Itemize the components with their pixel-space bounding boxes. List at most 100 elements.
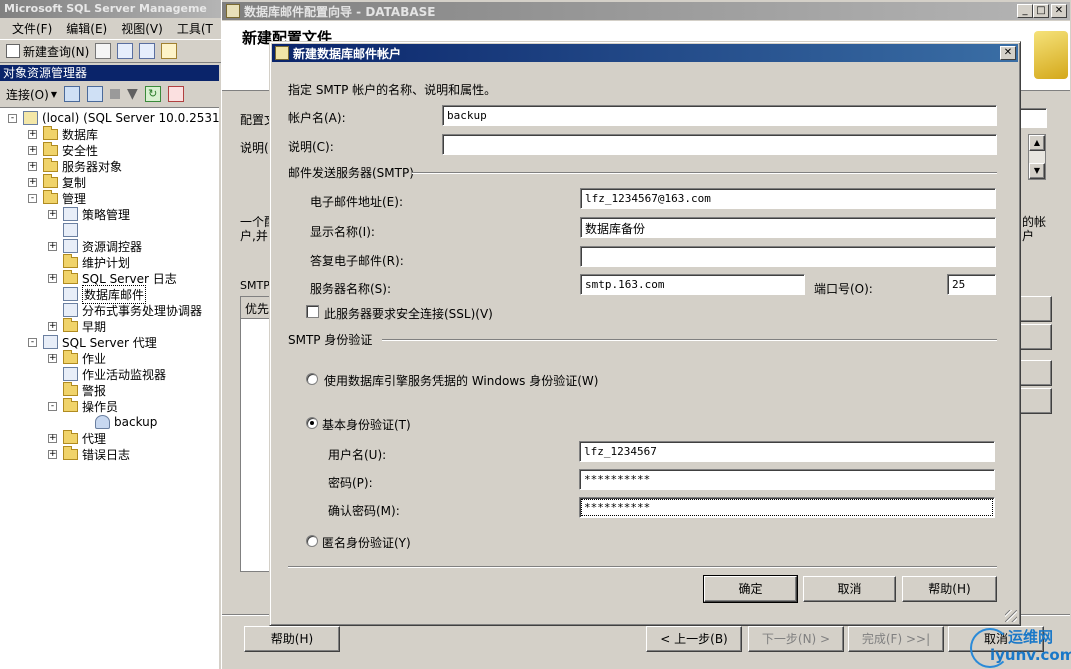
side-button-3[interactable] <box>1017 360 1052 386</box>
tree-item-label: 早期 <box>82 319 107 334</box>
tree-item[interactable]: + 复制 <box>28 173 86 190</box>
wizard-finish-button[interactable]: 完成(F) >>| <box>848 626 944 652</box>
auth-basic-radio[interactable] <box>306 417 318 429</box>
scroll-up-button[interactable]: ▲ <box>1029 135 1045 151</box>
side-button-1[interactable] <box>1017 296 1052 322</box>
description-field[interactable] <box>442 134 997 155</box>
expand-icon[interactable]: + <box>28 145 37 155</box>
description-scrollbar[interactable]: ▲ ▼ <box>1028 134 1046 180</box>
tree-item[interactable]: + 数据库 <box>28 125 98 142</box>
tree-item[interactable] <box>48 222 82 238</box>
expand-icon[interactable]: + <box>48 209 57 219</box>
ssl-label[interactable]: 此服务器要求安全连接(SSL)(V) <box>324 305 493 322</box>
tree-item[interactable]: 警报 <box>48 381 106 398</box>
disconnect-icon[interactable] <box>86 86 103 102</box>
auth-anonymous-radio[interactable] <box>306 535 318 547</box>
menu-tools[interactable]: 工具(T <box>177 20 213 37</box>
tree-item[interactable]: + 作业 <box>48 349 106 366</box>
close-button[interactable]: ✕ <box>1051 4 1067 18</box>
folder-icon <box>63 269 78 284</box>
tree-item[interactable]: + 代理 <box>48 429 106 446</box>
connect-icon[interactable] <box>63 86 80 102</box>
activity-icon[interactable] <box>167 86 184 102</box>
expand-icon[interactable]: + <box>28 161 37 171</box>
tree-item[interactable]: - 操作员 <box>48 397 118 414</box>
server-name-field[interactable]: smtp.163.com <box>580 274 805 295</box>
collapse-icon[interactable]: - <box>48 401 57 411</box>
toolbar-icon-2[interactable] <box>117 43 134 59</box>
ssl-checkbox[interactable] <box>306 305 319 318</box>
expand-icon[interactable]: + <box>48 321 57 331</box>
toolbar-icon-4[interactable] <box>161 43 178 59</box>
minimize-button[interactable]: _ <box>1017 4 1033 18</box>
auth-windows-radio[interactable] <box>306 373 318 385</box>
expand-icon[interactable]: + <box>48 353 57 363</box>
node-icon <box>63 367 78 381</box>
maximize-button[interactable]: □ <box>1033 4 1049 18</box>
dialog-intro: 指定 SMTP 帐户的名称、说明和属性。 <box>288 83 497 97</box>
tree-item[interactable]: - SQL Server 代理 <box>28 334 157 350</box>
dialog-close-button[interactable]: ✕ <box>1000 46 1016 60</box>
password-field[interactable]: ********** <box>579 469 995 490</box>
side-button-4[interactable] <box>1017 388 1052 414</box>
object-explorer-titlebar: 对象资源管理器 <box>0 65 219 81</box>
expand-icon[interactable]: + <box>48 433 57 443</box>
new-query-icon <box>6 44 20 58</box>
tree-item[interactable]: + 早期 <box>48 317 107 334</box>
tree-item[interactable]: 作业活动监视器 <box>48 366 166 382</box>
account-name-field[interactable]: backup <box>442 105 997 126</box>
profile-name-field[interactable] <box>1017 108 1047 128</box>
dialog-cancel-button[interactable]: 取消 <box>803 576 896 602</box>
scroll-down-button[interactable]: ▼ <box>1029 163 1045 179</box>
display-name-field[interactable]: 数据库备份 <box>580 217 996 238</box>
ok-button[interactable]: 确定 <box>703 575 798 603</box>
resize-grip-icon[interactable] <box>1005 610 1017 622</box>
tree-item[interactable]: + 资源调控器 <box>48 238 142 254</box>
tree-item[interactable]: - (local) (SQL Server 10.0.2531 <box>8 110 219 126</box>
toolbar-icon-3[interactable] <box>139 43 156 59</box>
expand-icon[interactable]: + <box>48 273 57 283</box>
expand-icon[interactable]: + <box>28 177 37 187</box>
connect-dropdown[interactable]: 连接(O) ▼ <box>6 86 57 103</box>
tree-item[interactable]: 分布式事务处理协调器 <box>48 302 202 318</box>
wizard-next-button[interactable]: 下一步(N) > <box>748 626 844 652</box>
menu-view[interactable]: 视图(V) <box>121 20 163 37</box>
toolbar-icon-1[interactable] <box>95 43 112 59</box>
node-icon <box>63 207 78 221</box>
tree-item[interactable]: backup <box>80 414 157 430</box>
expand-icon[interactable]: + <box>48 241 57 251</box>
username-field[interactable]: lfz_1234567 <box>579 441 995 462</box>
auth-anonymous-label[interactable]: 匿名身份验证(Y) <box>322 534 411 551</box>
new-query-button[interactable]: 新建查询(N) <box>6 43 89 60</box>
email-field[interactable]: lfz_1234567@163.com <box>580 188 996 209</box>
tree-item[interactable]: + 策略管理 <box>48 206 130 222</box>
refresh-icon[interactable]: ↻ <box>144 86 161 102</box>
tree-item[interactable]: + 服务器对象 <box>28 157 122 174</box>
dialog-help-button[interactable]: 帮助(H) <box>902 576 997 602</box>
tree-item[interactable]: + 错误日志 <box>48 445 130 462</box>
auth-windows-label[interactable]: 使用数据库引擎服务凭据的 Windows 身份验证(W) <box>324 372 598 389</box>
collapse-icon[interactable]: - <box>8 113 17 123</box>
filter-icon[interactable]: ▼ <box>127 86 138 102</box>
confirm-password-field[interactable]: ********** <box>579 497 995 518</box>
side-button-2[interactable] <box>1017 324 1052 350</box>
tree-item[interactable]: + 安全性 <box>28 141 98 158</box>
wizard-header-logo <box>1034 31 1068 79</box>
tree-item[interactable]: 维护计划 <box>48 253 130 270</box>
menu-edit[interactable]: 编辑(E) <box>66 20 107 37</box>
expand-icon[interactable]: + <box>28 129 37 139</box>
object-explorer-toolbar: 连接(O) ▼ ▼ ↻ <box>0 82 219 106</box>
port-field[interactable]: 25 <box>947 274 996 295</box>
collapse-icon[interactable]: - <box>28 337 37 347</box>
folder-icon <box>43 189 58 204</box>
expand-icon[interactable]: + <box>48 449 57 459</box>
wizard-back-button[interactable]: < 上一步(B) <box>646 626 742 652</box>
reply-email-field[interactable] <box>580 246 996 267</box>
tree-item[interactable]: 数据库邮件 <box>48 284 147 304</box>
tree-item[interactable]: - 管理 <box>28 189 86 206</box>
collapse-icon[interactable]: - <box>28 193 37 203</box>
auth-basic-label[interactable]: 基本身份验证(T) <box>322 416 411 433</box>
account-name-label: 帐户名(A): <box>288 111 346 125</box>
wizard-help-button[interactable]: 帮助(H) <box>244 626 340 652</box>
menu-file[interactable]: 文件(F) <box>12 20 52 37</box>
